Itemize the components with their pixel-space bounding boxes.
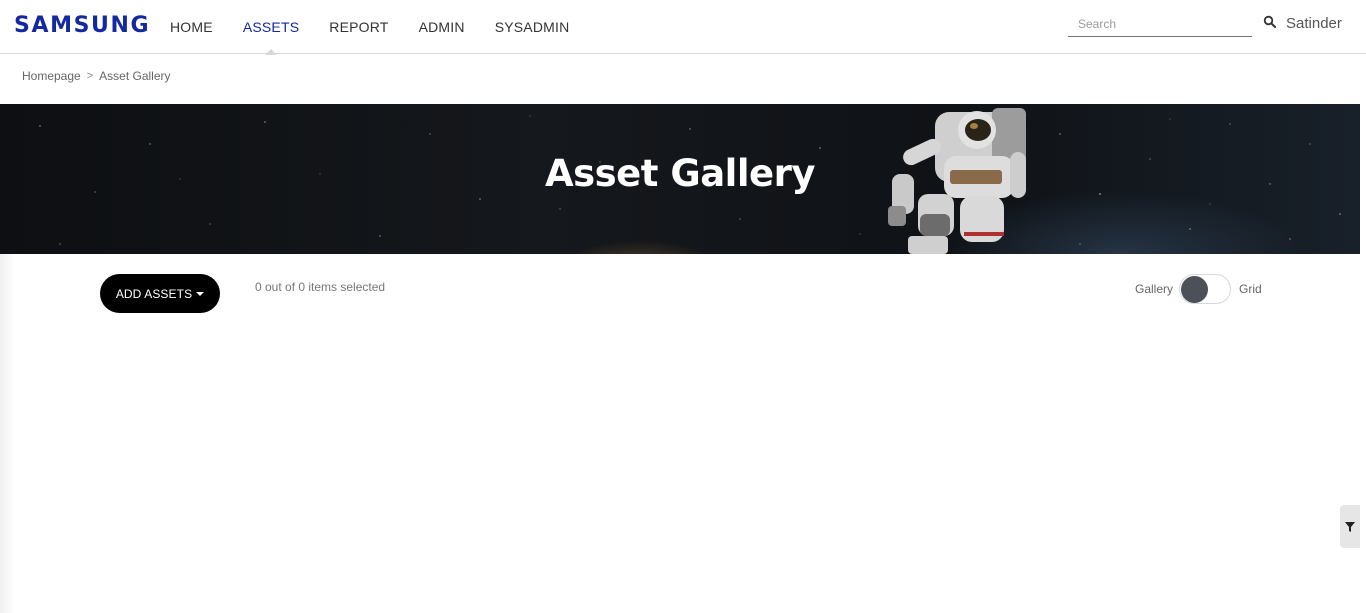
- nav-home[interactable]: HOME: [170, 0, 213, 54]
- add-assets-button[interactable]: ADD ASSETS: [100, 274, 220, 313]
- add-assets-label: ADD ASSETS: [115, 286, 193, 301]
- filter-icon: [1345, 521, 1355, 532]
- active-indicator-caret: [265, 49, 278, 55]
- page: SAMSUNG HOME ASSETS REPORT ADMIN SYSADMI…: [0, 0, 1366, 613]
- breadcrumb-current: Asset Gallery: [99, 69, 171, 83]
- search-icon[interactable]: [1263, 15, 1277, 29]
- nav-assets-label: ASSETS: [242, 19, 300, 35]
- breadcrumb-home[interactable]: Homepage: [22, 69, 81, 83]
- page-title: Asset Gallery: [544, 152, 816, 195]
- grid-label: Grid: [1239, 282, 1262, 296]
- selection-count: 0 out of 0 items selected: [255, 280, 386, 294]
- nav-sysadmin[interactable]: SYSADMIN: [495, 0, 570, 54]
- filter-panel-tab[interactable]: [1340, 505, 1360, 548]
- nav-assets[interactable]: ASSETS: [242, 0, 300, 55]
- breadcrumb: Homepage > Asset Gallery: [22, 69, 171, 83]
- gallery-label: Gallery: [1135, 282, 1174, 296]
- toggle-knob: [1181, 276, 1209, 303]
- view-toggle-switch[interactable]: [1179, 274, 1232, 304]
- nav-admin[interactable]: ADMIN: [419, 0, 465, 54]
- breadcrumb-separator: >: [86, 70, 94, 82]
- top-header: SAMSUNG HOME ASSETS REPORT ADMIN SYSADMI…: [0, 0, 1366, 55]
- hero-banner: Asset Gallery: [0, 104, 1360, 254]
- view-toggle-group: Gallery Grid: [1135, 274, 1262, 304]
- samsung-logo[interactable]: SAMSUNG: [14, 13, 150, 38]
- user-menu[interactable]: Satinder: [1286, 15, 1342, 32]
- nav-report[interactable]: REPORT: [329, 0, 388, 54]
- search-input[interactable]: [1068, 12, 1252, 37]
- main-nav: HOME ASSETS REPORT ADMIN SYSADMIN: [170, 0, 599, 55]
- caret-down-icon: [196, 291, 205, 296]
